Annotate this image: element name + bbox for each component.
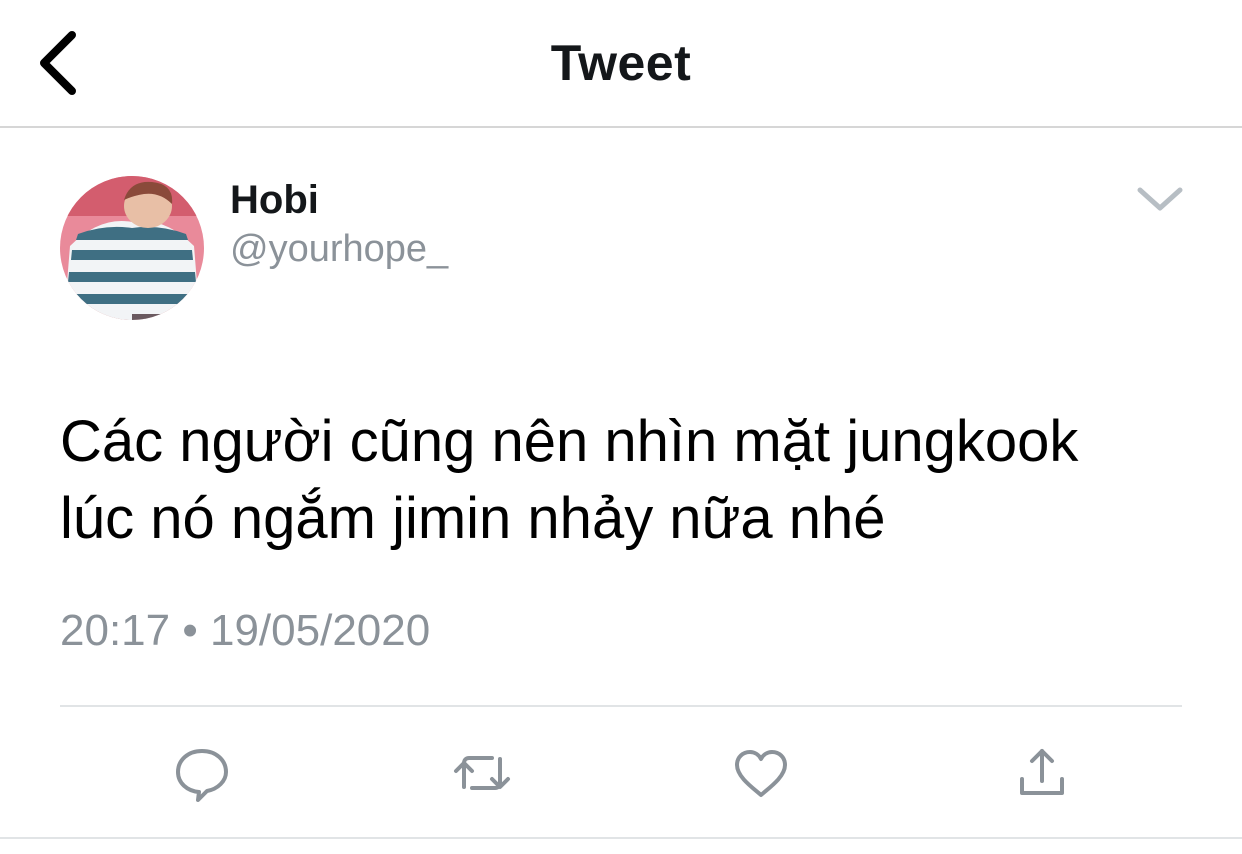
tweet-date: 19/05/2020 (209, 606, 431, 655)
avatar-photo (60, 176, 204, 320)
chevron-down-icon (1137, 187, 1183, 211)
tweet-timestamp: 20:17 • 19/05/2020 (60, 606, 430, 656)
tweet-text-line: Các người cũng nên nhìn mặt jungkook (60, 409, 1079, 474)
display-name[interactable]: Hobi (230, 178, 319, 223)
avatar[interactable] (60, 176, 204, 320)
navigation-bar: Tweet (0, 0, 1242, 128)
reply-icon (176, 749, 228, 802)
tweet-time: 20:17 (60, 606, 171, 655)
retweet-button[interactable] (452, 743, 512, 803)
tweet-detail: Hobi @yourhope_ Các người cũng nên nhìn … (0, 128, 1242, 854)
like-icon (735, 750, 787, 797)
reply-button[interactable] (172, 743, 232, 803)
share-icon (1020, 749, 1064, 795)
page-title: Tweet (550, 35, 692, 91)
timestamp-separator: • (182, 606, 198, 655)
share-button[interactable] (1012, 743, 1072, 803)
user-handle[interactable]: @yourhope_ (230, 228, 448, 271)
tweet-text-line: lúc nó ngắm jimin nhảy nữa nhé (60, 486, 886, 551)
retweet-icon (454, 756, 510, 790)
tweet-menu-button[interactable] (1130, 178, 1190, 222)
bottom-divider (0, 837, 1242, 839)
divider (60, 705, 1182, 707)
tweet-text: Các người cũng nên nhìn mặt jungkook lúc… (60, 403, 1200, 557)
like-button[interactable] (731, 743, 791, 803)
